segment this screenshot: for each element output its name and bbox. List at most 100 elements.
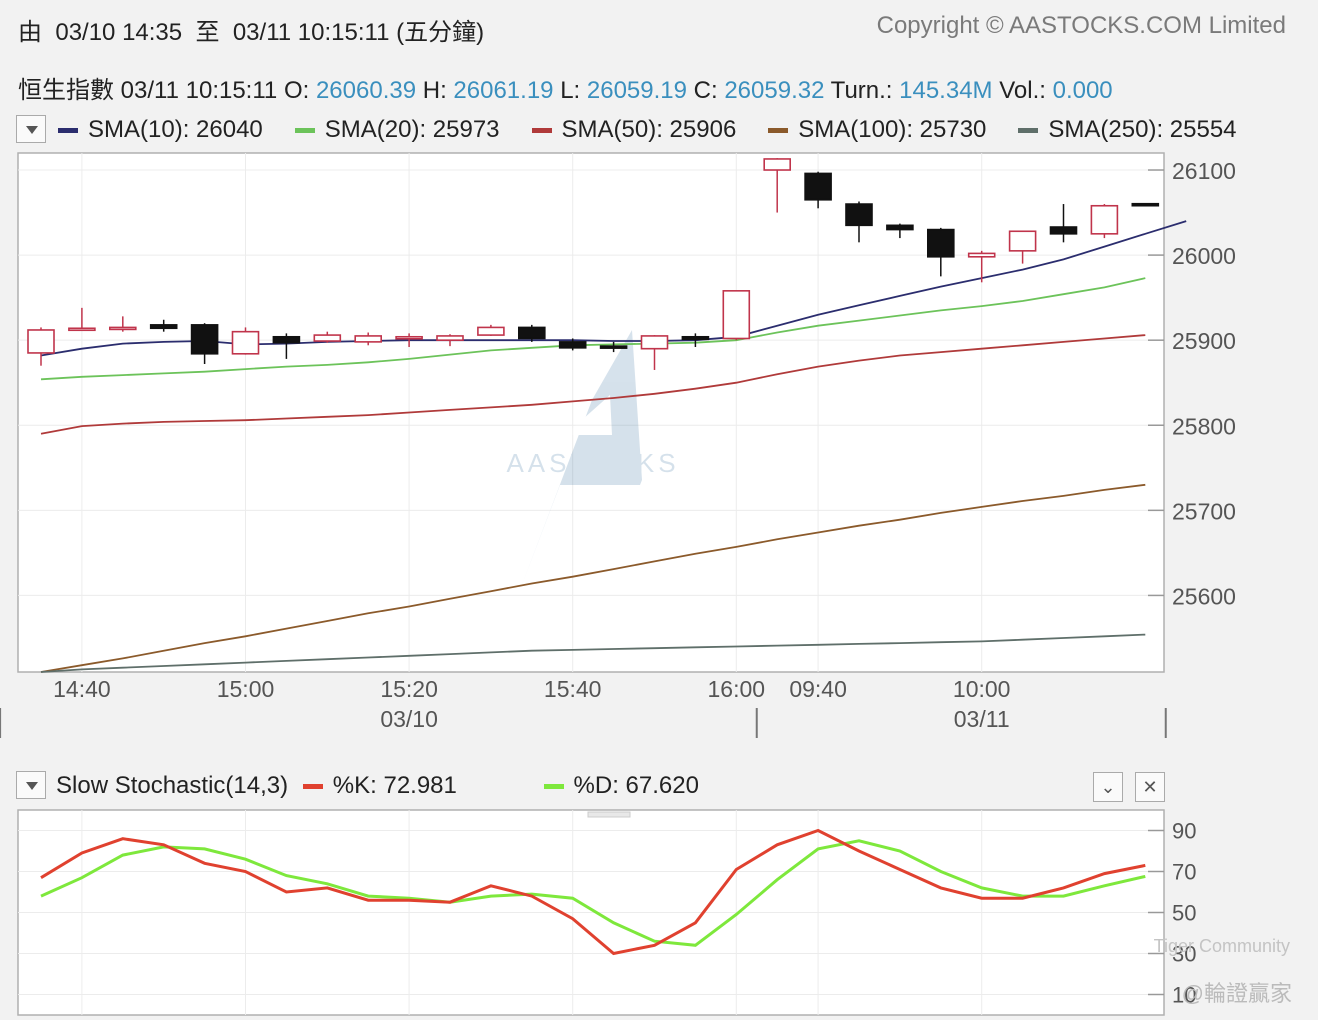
quote-line: 恒生指數 03/11 10:15:11 O: 26060.39 H: 26061… (18, 70, 1113, 105)
range-to: 03/11 10:15:11 (232, 19, 390, 46)
y-tick-label: 26000 (1172, 243, 1236, 269)
index-name: 恒生指數 (18, 77, 114, 104)
indicator-dropdown-button[interactable] (16, 115, 46, 143)
stoch-y-tick-label: 90 (1172, 819, 1196, 844)
price-chart[interactable]: AASTOCKS 256002570025800259002600026100 … (0, 150, 1318, 750)
stoch-y-tick-label: 50 (1172, 901, 1196, 926)
sma250-label: SMA(250): 25554 (1048, 116, 1237, 143)
close-icon: ✕ (1142, 777, 1158, 797)
sma-legend-item: SMA(20): 25973 (294, 116, 500, 144)
x-tick-label: 09:40 (789, 676, 847, 702)
candle-body (640, 335, 669, 350)
sma10-swatch (58, 127, 78, 133)
date-label: 03/11 (954, 706, 1010, 732)
stoch-title: Slow Stochastic(14,3) (56, 772, 289, 799)
candle-body (517, 326, 546, 340)
k-swatch (302, 784, 323, 790)
candle (722, 290, 751, 341)
open-value: 26060.39 (315, 77, 417, 104)
y-tick-label: 25600 (1172, 583, 1236, 609)
sma250-swatch (1018, 127, 1039, 133)
stoch-y-tick-label: 70 (1172, 860, 1196, 885)
d-label: %D: 67.620 (573, 772, 699, 799)
low-label: L: (560, 77, 581, 104)
x-tick-label: 15:40 (544, 676, 602, 702)
copyright-text: Copyright © AASTOCKS.COM Limited (876, 12, 1286, 39)
range-to-word: 至 (195, 19, 220, 46)
candle-body (27, 329, 55, 354)
candle-body (1008, 230, 1037, 252)
watermark-brand: AASTOCKS (506, 448, 679, 478)
panel-resize-handle[interactable] (587, 811, 631, 818)
candle-body (68, 327, 96, 332)
close-panel-button[interactable]: ✕ (1135, 772, 1165, 802)
y-tick-label: 25800 (1172, 413, 1236, 439)
y-tick-label: 26100 (1172, 158, 1236, 184)
candle-body (313, 334, 342, 342)
high-value: 26061.19 (453, 77, 554, 104)
turnover-value: 145.34M (899, 77, 993, 104)
candle (231, 327, 260, 355)
volume-label: Vol.: (999, 77, 1046, 104)
interval-label: (五分鐘) (396, 19, 485, 46)
open-label: O: (283, 77, 310, 104)
sma10-label: SMA(10): 26040 (88, 116, 263, 143)
low-value: 26059.19 (586, 77, 687, 104)
candle-body (354, 335, 383, 343)
candle-body (1049, 226, 1078, 235)
sma50-label: SMA(50): 25906 (561, 116, 737, 143)
candle-body (231, 330, 260, 355)
candle-body (1131, 202, 1160, 207)
candle-body (149, 324, 178, 330)
sma-legend-item: SMA(100): 25730 (768, 116, 986, 144)
candle-body (681, 335, 710, 341)
range-from: 03/10 14:35 (55, 19, 183, 46)
sma20-label: SMA(20): 25973 (324, 116, 500, 143)
x-tick-label: 10:00 (953, 676, 1011, 702)
sma50-swatch (531, 127, 552, 133)
k-label: %K: 72.981 (332, 772, 457, 799)
candle (1090, 204, 1119, 239)
sma20-swatch (294, 127, 315, 133)
sma100-swatch (768, 127, 789, 133)
date-label: 03/10 (380, 706, 438, 732)
candle-body (804, 172, 832, 201)
sma-legend-item: SMA(250): 25554 (1018, 116, 1237, 144)
close-value: 26059.32 (724, 77, 825, 104)
candle (1131, 202, 1160, 207)
y-tick-label: 25900 (1172, 328, 1236, 354)
x-tick-label: 15:00 (217, 676, 275, 702)
collapse-panel-button[interactable]: ⌄ (1093, 772, 1123, 802)
candle-body (190, 324, 219, 355)
stoch-dropdown-button[interactable] (16, 771, 46, 799)
sma100-label: SMA(100): 25730 (798, 116, 987, 143)
tiger-community-watermark: Tiger Community (1153, 936, 1290, 956)
quote-time: 03/11 10:15:11 (120, 77, 278, 104)
d-swatch (543, 784, 564, 790)
stoch-legend: Slow Stochastic(14,3) %K: 72.981 %D: 67.… (56, 772, 699, 800)
y-tick-label: 25700 (1172, 498, 1236, 524)
candle-body (109, 326, 137, 331)
sma-legend: SMA(10): 26040 SMA(20): 25973 SMA(50): 2… (58, 116, 1237, 144)
candle-body (967, 252, 996, 258)
candle-body (436, 335, 464, 341)
x-tick-label: 16:00 (708, 676, 766, 702)
candle-body (477, 326, 505, 336)
volume-value: 0.000 (1052, 77, 1113, 104)
handle-watermark: @輪證贏家 (1181, 981, 1292, 1006)
range-prefix: 由 (18, 19, 42, 46)
sma-legend-item: SMA(50): 25906 (531, 116, 737, 144)
turnover-label: Turn.: (830, 77, 893, 104)
x-tick-label: 14:40 (53, 676, 111, 702)
sma-legend-item: SMA(10): 26040 (58, 116, 263, 144)
candle-body (558, 341, 587, 349)
high-label: H: (422, 77, 447, 104)
stochastic-chart[interactable]: 1030507090 (0, 805, 1318, 1020)
candle-body (845, 203, 873, 227)
candle-body (1090, 204, 1119, 235)
x-tick-label: 15:20 (380, 676, 438, 702)
candle-body (599, 345, 628, 349)
close-label: C: (693, 77, 718, 104)
date-range-header: 由 03/10 14:35 至 03/11 10:15:11 (五分鐘) (18, 12, 484, 47)
candle-body (722, 290, 751, 340)
